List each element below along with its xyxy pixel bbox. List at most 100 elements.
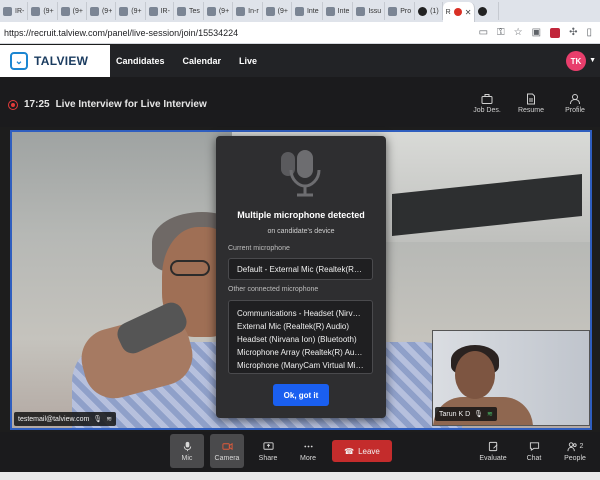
tab-favicon-icon: [325, 6, 335, 16]
nav-calendar[interactable]: Calendar: [183, 56, 222, 66]
session-name: Live Interview for Live Interview: [55, 99, 207, 110]
key-icon[interactable]: ⚿: [497, 27, 505, 38]
mic-button[interactable]: Mic: [170, 434, 204, 468]
job-description-button[interactable]: Job Des.: [470, 93, 504, 114]
ok-got-it-button[interactable]: Ok, got it: [273, 384, 329, 406]
list-item: Headset (Nirvana Ion) (Bluetooth): [237, 335, 357, 344]
main-nav: Candidates Calendar Live: [116, 56, 257, 66]
wifi-icon: ≋: [487, 411, 493, 418]
people-button[interactable]: 2 People: [558, 434, 592, 468]
current-mic-value: Default - External Mic (Realtek(R) Audio…: [228, 258, 373, 280]
browser-tab[interactable]: [475, 2, 500, 20]
browser-tab[interactable]: (9+: [116, 2, 146, 20]
puzzle-icon[interactable]: ✣: [569, 27, 577, 38]
cast-icon[interactable]: ▭: [479, 27, 488, 38]
camera-button[interactable]: Camera: [210, 434, 244, 468]
browser-tab[interactable]: Issu: [353, 2, 386, 20]
tab-favicon-icon: [89, 6, 99, 16]
share-screen-icon: [262, 441, 274, 450]
dialog-title: Multiple microphone detected: [237, 210, 365, 220]
nav-candidates[interactable]: Candidates: [116, 56, 165, 66]
more-button[interactable]: More: [291, 434, 325, 468]
browser-tab[interactable]: (9+: [263, 2, 292, 20]
browser-tab[interactable]: In-r: [233, 2, 263, 20]
chat-button[interactable]: Chat: [517, 434, 551, 468]
talview-logo[interactable]: ⌄ TALVIEW: [0, 45, 110, 77]
call-controls: Mic Camera Share More ☎ Leave Evaluate C…: [0, 432, 600, 472]
people-icon-group: 2: [567, 441, 583, 452]
recording-icon: [453, 8, 462, 16]
other-mic-label: Other connected microphone: [228, 286, 319, 293]
bookmark-star-icon[interactable]: ☆: [514, 27, 523, 38]
candidate-name-tag: testemail@talview.com 🎙 ≋: [14, 412, 117, 426]
mic-icon: 🎙: [474, 411, 484, 418]
tab-favicon-icon: [265, 6, 275, 16]
browser-tab[interactable]: Inte: [292, 2, 323, 20]
mic-icon: [183, 441, 191, 451]
briefcase-icon: [481, 94, 493, 104]
session-tools: Job Des. Resume Profile: [470, 93, 592, 114]
microphone-icon: [281, 150, 321, 197]
camera-icon: [221, 442, 233, 450]
browser-tab[interactable]: (9+: [28, 2, 58, 20]
browser-tab[interactable]: (9+: [204, 2, 234, 20]
evaluate-icon: [488, 441, 497, 451]
tab-favicon-icon: [388, 6, 398, 16]
resume-button[interactable]: Resume: [514, 93, 548, 114]
chevron-down-icon[interactable]: ▼: [589, 57, 596, 64]
leave-button[interactable]: ☎ Leave: [332, 440, 392, 462]
mic-icon: 🎙: [93, 416, 103, 423]
github-icon: [478, 6, 488, 16]
chat-icon: [529, 441, 539, 451]
dialog-subtitle: on candidate's device: [267, 228, 335, 235]
close-tab-icon[interactable]: ✕: [465, 8, 472, 17]
address-bar: https://recruit.talview.com/panel/live-s…: [0, 22, 600, 44]
person-icon: [570, 94, 580, 105]
tab-favicon-icon: [294, 6, 304, 16]
address-bar-icons: ▭ ⚿ ☆ ▣ ✣ ▯: [479, 27, 592, 38]
recording-icon: [8, 99, 18, 110]
browser-tab[interactable]: Pro: [385, 2, 416, 20]
extension-app-icon[interactable]: [550, 27, 561, 38]
avatar[interactable]: TK: [566, 51, 586, 71]
browser-bottom-edge: [0, 472, 600, 480]
browser-tab[interactable]: (9+: [87, 2, 117, 20]
other-mic-list: Communications - Headset (Nirvana Ion) E…: [228, 300, 373, 374]
session-header: 17:25 Live Interview for Live Interview …: [0, 77, 600, 127]
browser-tab[interactable]: IR-: [146, 2, 174, 20]
browser-tab[interactable]: (1): [415, 2, 443, 20]
self-view-video: Tarun K D 🎙 ≋: [432, 330, 590, 426]
tab-favicon-icon: [206, 6, 216, 16]
talview-logo-icon: ⌄: [10, 52, 28, 70]
hang-up-icon: ☎: [344, 446, 355, 456]
list-item: Communications - Headset (Nirvana Ion): [237, 309, 364, 318]
browser-tab-active[interactable]: R ✕: [442, 2, 476, 22]
tab-favicon-icon: [236, 6, 246, 16]
sidebar-icon[interactable]: ▯: [586, 27, 592, 38]
tab-favicon-icon: [119, 6, 129, 16]
extension-icon[interactable]: ▣: [532, 27, 541, 38]
session-title: 17:25 Live Interview for Live Interview: [8, 99, 207, 110]
people-icon: [567, 441, 577, 451]
tab-favicon-icon: [176, 6, 186, 16]
session-timer: 17:25: [24, 99, 50, 110]
list-item: Microphone Array (Realtek(R) Audio): [237, 348, 364, 357]
video-candidate-glasses: [170, 260, 210, 276]
list-item: External Mic (Realtek(R) Audio): [237, 322, 350, 331]
evaluate-button[interactable]: Evaluate: [476, 434, 510, 468]
tab-favicon-icon: [31, 6, 41, 16]
profile-button[interactable]: Profile: [558, 93, 592, 114]
browser-tab[interactable]: (9+: [58, 2, 87, 20]
browser-tab[interactable]: Tes: [174, 2, 204, 20]
share-button[interactable]: Share: [251, 434, 285, 468]
tab-favicon-icon: [60, 6, 70, 16]
tab-favicon-icon: [356, 6, 366, 16]
browser-tab[interactable]: IR-: [0, 2, 29, 20]
browser-tab-strip: IR- (9+ (9+ (9+ (9+ IR- Tes (9+ In-r (9+…: [0, 0, 600, 22]
nav-live[interactable]: Live: [239, 56, 257, 66]
github-icon: [418, 6, 428, 16]
url-field[interactable]: https://recruit.talview.com/panel/live-s…: [4, 28, 479, 38]
browser-tab[interactable]: Inte: [323, 2, 354, 20]
multiple-mic-dialog: Multiple microphone detected on candidat…: [216, 136, 386, 418]
current-mic-label: Current microphone: [228, 245, 290, 252]
